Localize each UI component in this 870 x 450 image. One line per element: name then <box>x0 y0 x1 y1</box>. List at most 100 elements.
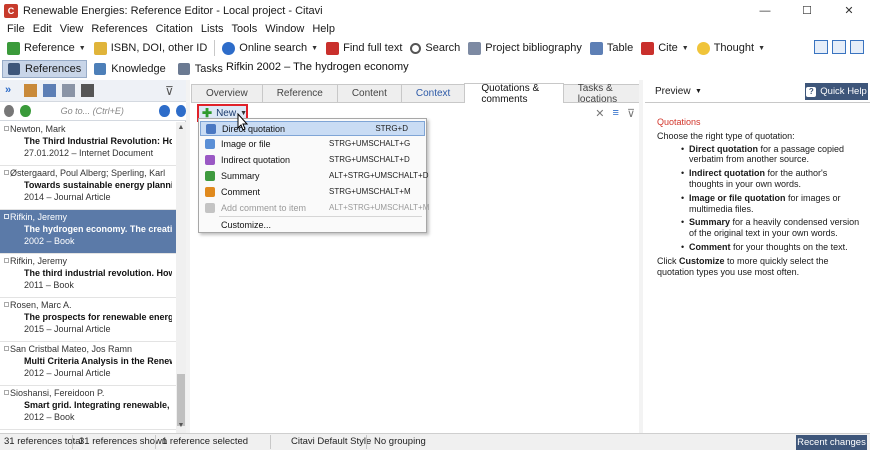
menu-item-customize[interactable]: Customize... <box>200 217 425 232</box>
tab-reference[interactable]: Reference <box>261 84 338 102</box>
direct-quotation-icon <box>206 123 216 134</box>
quick-help-button[interactable]: ? Quick Help <box>805 83 868 100</box>
plus-icon <box>7 41 20 55</box>
filter-icon[interactable]: ⊽ <box>165 84 178 98</box>
layout-single-pane-icon[interactable] <box>850 40 864 54</box>
left-splitter[interactable] <box>186 80 190 433</box>
scroll-down-icon[interactable]: ▼ <box>177 422 185 430</box>
chevron-down-icon[interactable]: ▼ <box>695 88 702 95</box>
menu-item-comment[interactable]: Comment STRG+UMSCHALT+M <box>200 184 425 199</box>
menu-window[interactable]: Window <box>261 23 308 35</box>
menu-item-summary[interactable]: Summary ALT+STRG+UMSCHALT+D <box>200 168 429 183</box>
menu-item-indirect-quotation[interactable]: Indirect quotation STRG+UMSCHALT+D <box>200 152 425 167</box>
go-back-icon[interactable] <box>159 105 170 117</box>
flag-icon <box>4 214 9 219</box>
title-bar: C Renewable Energies: Reference Editor -… <box>0 0 870 21</box>
quick-help-content: Quotations Choose the right type of quot… <box>657 117 862 277</box>
filter-icon[interactable]: ⊽ <box>627 107 635 120</box>
cite-button[interactable]: Cite ▼ <box>637 38 693 58</box>
menu-view[interactable]: View <box>56 23 88 35</box>
chevron-down-icon: ▼ <box>78 44 86 52</box>
close-button[interactable]: ✕ <box>828 0 870 21</box>
menu-tools[interactable]: Tools <box>228 23 262 35</box>
help-item: Comment for your thoughts on the text. <box>657 242 862 253</box>
sort-icon[interactable] <box>43 84 56 97</box>
table-button[interactable]: Table <box>586 38 637 58</box>
menu-item-image-or-file[interactable]: Image or file STRG+UMSCHALT+G <box>200 136 425 151</box>
isbn-button[interactable]: ISBN, DOI, other ID <box>90 38 212 58</box>
reference-item[interactable]: Rosen, Marc A. The prospects for renewab… <box>0 298 176 342</box>
indirect-quotation-icon <box>205 154 215 165</box>
help-item: Image or file quotation for images or mu… <box>657 193 862 215</box>
layout-three-pane-icon[interactable] <box>814 40 828 54</box>
goto-input[interactable]: Go to... (Ctrl+E) <box>61 104 154 118</box>
search-button[interactable]: Search <box>406 38 464 58</box>
sort-lines-icon[interactable]: ≡ <box>613 107 619 120</box>
selection-icon[interactable] <box>24 84 37 97</box>
reference-title: The Third Industrial Revolution: How Lat <box>24 136 172 146</box>
menu-item-direct-quotation[interactable]: Direct quotation STRG+D <box>200 121 425 136</box>
menu-references[interactable]: References <box>87 23 151 35</box>
add-comment-icon <box>205 202 215 213</box>
maximize-button[interactable]: ☐ <box>786 0 828 21</box>
quick-help-label: Quick Help <box>820 86 867 97</box>
reference-item[interactable]: Newton, Mark The Third Industrial Revolu… <box>0 122 176 166</box>
status-style[interactable]: Citavi Default Style <box>291 436 371 447</box>
help-item: Indirect quotation for the author's thou… <box>657 168 862 190</box>
history-icon[interactable] <box>20 105 31 117</box>
status-grouping[interactable]: No grouping <box>374 436 426 447</box>
find-full-text-button[interactable]: Find full text <box>322 38 406 58</box>
add-reference-button[interactable]: Reference ▼ <box>3 38 90 58</box>
tab-knowledge[interactable]: Knowledge <box>89 60 170 78</box>
tab-overview[interactable]: Overview <box>191 84 263 102</box>
scroll-up-icon[interactable]: ▲ <box>177 124 185 132</box>
reference-item[interactable]: San Cristbal Mateo, Jos Ramn Multi Crite… <box>0 342 176 386</box>
preview-label[interactable]: Preview <box>655 86 691 97</box>
reference-item[interactable]: Østergaard, Poul Alberg; Sperling, Karl … <box>0 166 176 210</box>
reference-author: San Cristbal Mateo, Jos Ramn <box>10 344 133 354</box>
tab-knowledge-label: Knowledge <box>111 63 166 75</box>
knowledge-icon <box>94 63 107 75</box>
reference-author: Newton, Mark <box>10 124 66 134</box>
menu-file[interactable]: File <box>3 23 29 35</box>
cite-label: Cite <box>658 42 678 54</box>
tab-context[interactable]: Context <box>400 84 466 102</box>
right-splitter[interactable] <box>639 80 643 433</box>
help-footer-term: Customize <box>679 255 725 266</box>
reference-item-selected[interactable]: Rifkin, Jeremy The hydrogen economy. The… <box>0 210 176 254</box>
menu-item-label: Summary <box>221 170 260 181</box>
project-bibliography-button[interactable]: Project bibliography <box>464 38 586 58</box>
layout-two-pane-icon[interactable] <box>832 40 846 54</box>
menu-citation[interactable]: Citation <box>152 23 197 35</box>
menu-edit[interactable]: Edit <box>29 23 56 35</box>
help-icon: ? <box>806 86 817 97</box>
reference-item[interactable]: Sioshansi, Fereidoon P. Smart grid. Inte… <box>0 386 176 430</box>
tab-content[interactable]: Content <box>336 84 402 102</box>
menu-item-shortcut: STRG+UMSCHALT+M <box>329 187 411 196</box>
status-total: 31 references total <box>4 436 83 447</box>
thought-button[interactable]: Thought ▼ <box>693 38 769 58</box>
go-forward-icon[interactable] <box>175 105 187 117</box>
group-icon[interactable] <box>62 84 75 97</box>
close-icon[interactable]: ✕ <box>595 107 604 120</box>
goto-bar: Go to... (Ctrl+E) <box>0 102 187 121</box>
settings-icon[interactable] <box>4 105 15 117</box>
menu-help[interactable]: Help <box>308 23 339 35</box>
print-icon[interactable] <box>81 84 94 97</box>
tab-quotations-comments[interactable]: Quotations & comments <box>464 83 564 105</box>
status-separator <box>270 435 271 449</box>
online-search-button[interactable]: Online search ▼ <box>218 38 322 58</box>
toolbar-separator <box>214 40 216 56</box>
menu-lists[interactable]: Lists <box>197 23 228 35</box>
reference-list-scrollbar[interactable]: ▲ ▼ <box>176 122 186 433</box>
tab-references[interactable]: References <box>2 60 88 78</box>
minimize-button[interactable]: — <box>744 0 786 21</box>
reference-list-panel: » ⊽ Go to... (Ctrl+E) Newton, Mark The T… <box>0 80 187 433</box>
add-reference-label: Reference <box>24 42 75 54</box>
tab-tasks-locations[interactable]: Tasks & locations <box>562 83 640 105</box>
scrollbar-thumb[interactable] <box>177 374 185 426</box>
help-item-term: Direct quotation <box>689 143 758 154</box>
expand-icon[interactable]: » <box>5 84 18 97</box>
recent-changes-button[interactable]: Recent changes <box>796 435 867 450</box>
reference-item[interactable]: Rifkin, Jeremy The third industrial revo… <box>0 254 176 298</box>
